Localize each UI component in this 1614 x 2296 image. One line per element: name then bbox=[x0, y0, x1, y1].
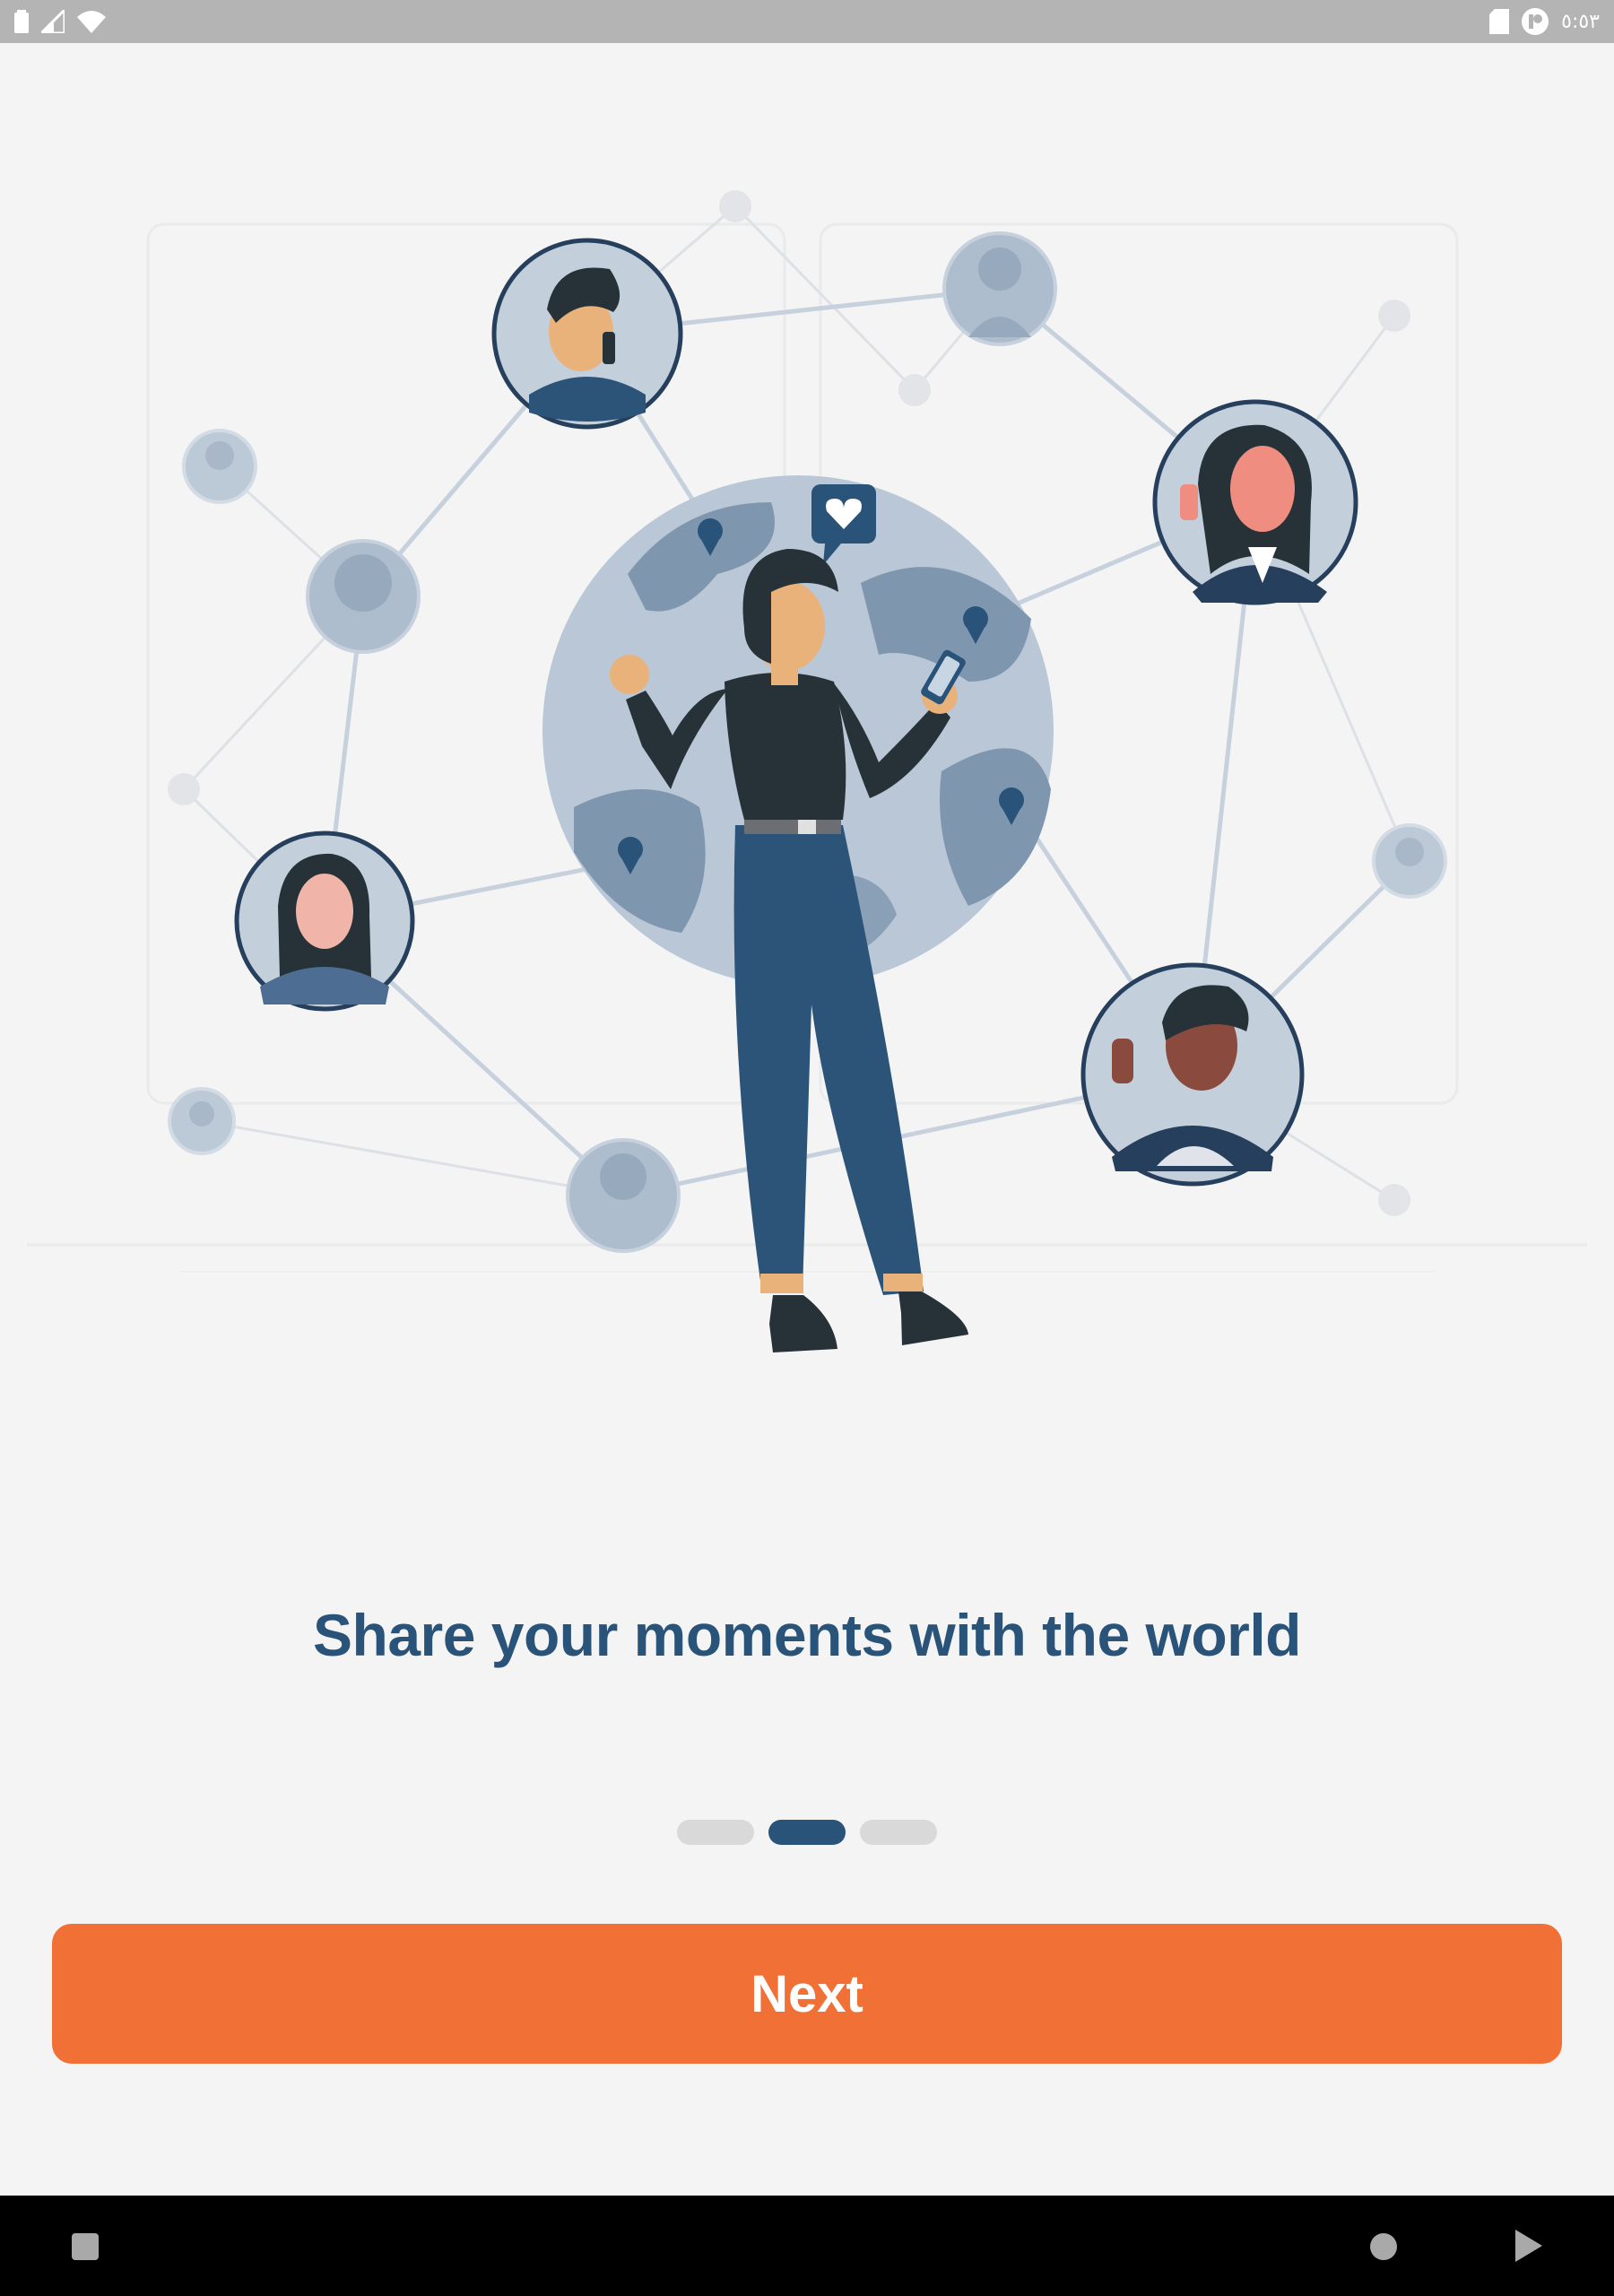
sd-card-icon bbox=[1489, 9, 1510, 34]
page-indicator-dot-1[interactable] bbox=[677, 1820, 754, 1845]
status-right-icons: ٥:٥٣ bbox=[1489, 8, 1600, 35]
onboarding-illustration bbox=[27, 190, 1587, 1352]
page-indicator-dot-2-active[interactable] bbox=[768, 1820, 846, 1845]
status-time: ٥:٥٣ bbox=[1561, 10, 1600, 33]
home-icon[interactable] bbox=[1370, 2233, 1397, 2260]
page-indicator-dot-3[interactable] bbox=[860, 1820, 937, 1845]
status-bar: ٥:٥٣ bbox=[0, 0, 1614, 43]
next-button[interactable]: Next bbox=[52, 1924, 1562, 2064]
recents-icon[interactable] bbox=[1515, 2230, 1542, 2262]
signal-icon bbox=[41, 10, 65, 33]
page-indicator bbox=[0, 1819, 1614, 1846]
system-nav-bar bbox=[0, 2196, 1614, 2296]
status-left-icons bbox=[14, 10, 106, 33]
back-icon[interactable] bbox=[72, 2233, 99, 2260]
app-notification-icon bbox=[1522, 8, 1549, 35]
battery-icon bbox=[14, 10, 29, 33]
onboarding-title: Share your moments with the world bbox=[313, 1602, 1302, 1668]
wifi-icon bbox=[77, 11, 106, 33]
